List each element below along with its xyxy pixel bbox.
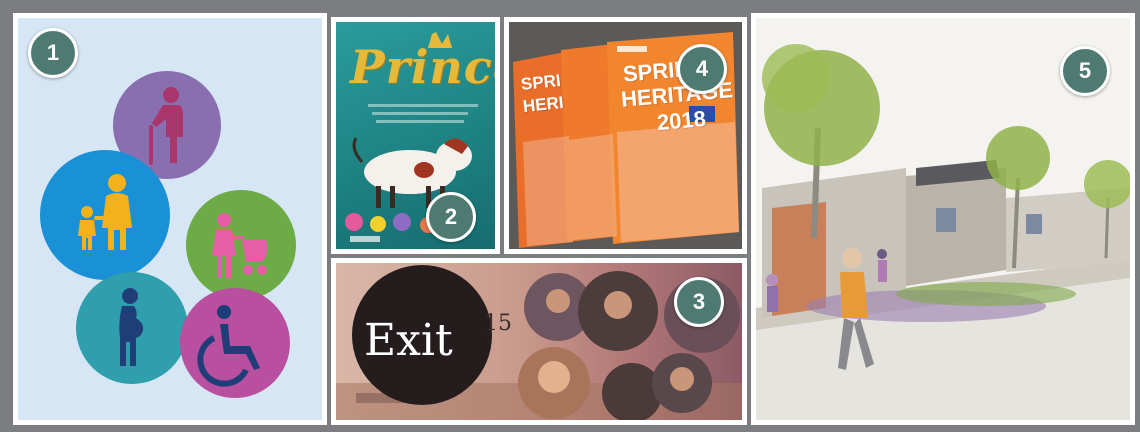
panel-spring-heritage-brochures: SPRI HERI SPRING HERITAGE 2018 4 <box>504 17 747 254</box>
accessibility-icons-background: 1 <box>18 18 322 420</box>
pregnant-woman-icon <box>76 272 188 384</box>
panel-street-sketch: 5 <box>751 13 1135 425</box>
exit-number: 15 <box>484 311 512 336</box>
panel-prince-poster: Prince 2 <box>331 17 500 254</box>
exit-title: Exit <box>364 315 453 366</box>
wheelchair-icon <box>180 288 290 398</box>
parent-stroller-icon <box>186 190 296 300</box>
badge-1: 1 <box>28 28 78 78</box>
badge-4: 4 <box>677 44 727 94</box>
panel-exit-15: Exit 15 3 <box>331 258 747 425</box>
badge-3: 3 <box>674 277 724 327</box>
brochures-photo: SPRI HERI SPRING HERITAGE 2018 4 <box>509 22 742 249</box>
street-sketch-image: 5 <box>756 18 1130 420</box>
poster-title: Prince <box>350 40 495 94</box>
brochure-year: 2018 <box>655 105 707 136</box>
panel-accessibility-icons: 1 <box>13 13 327 425</box>
brochure-back-title-line2: HERI <box>522 92 565 117</box>
exit-15-collage: Exit 15 3 <box>336 263 742 420</box>
badge-5: 5 <box>1060 46 1110 96</box>
prince-poster-image: Prince 2 <box>336 22 495 249</box>
brochure-back-title-line1: SPRI <box>520 70 562 95</box>
parent-child-icon <box>40 150 170 280</box>
badge-2: 2 <box>426 192 476 242</box>
